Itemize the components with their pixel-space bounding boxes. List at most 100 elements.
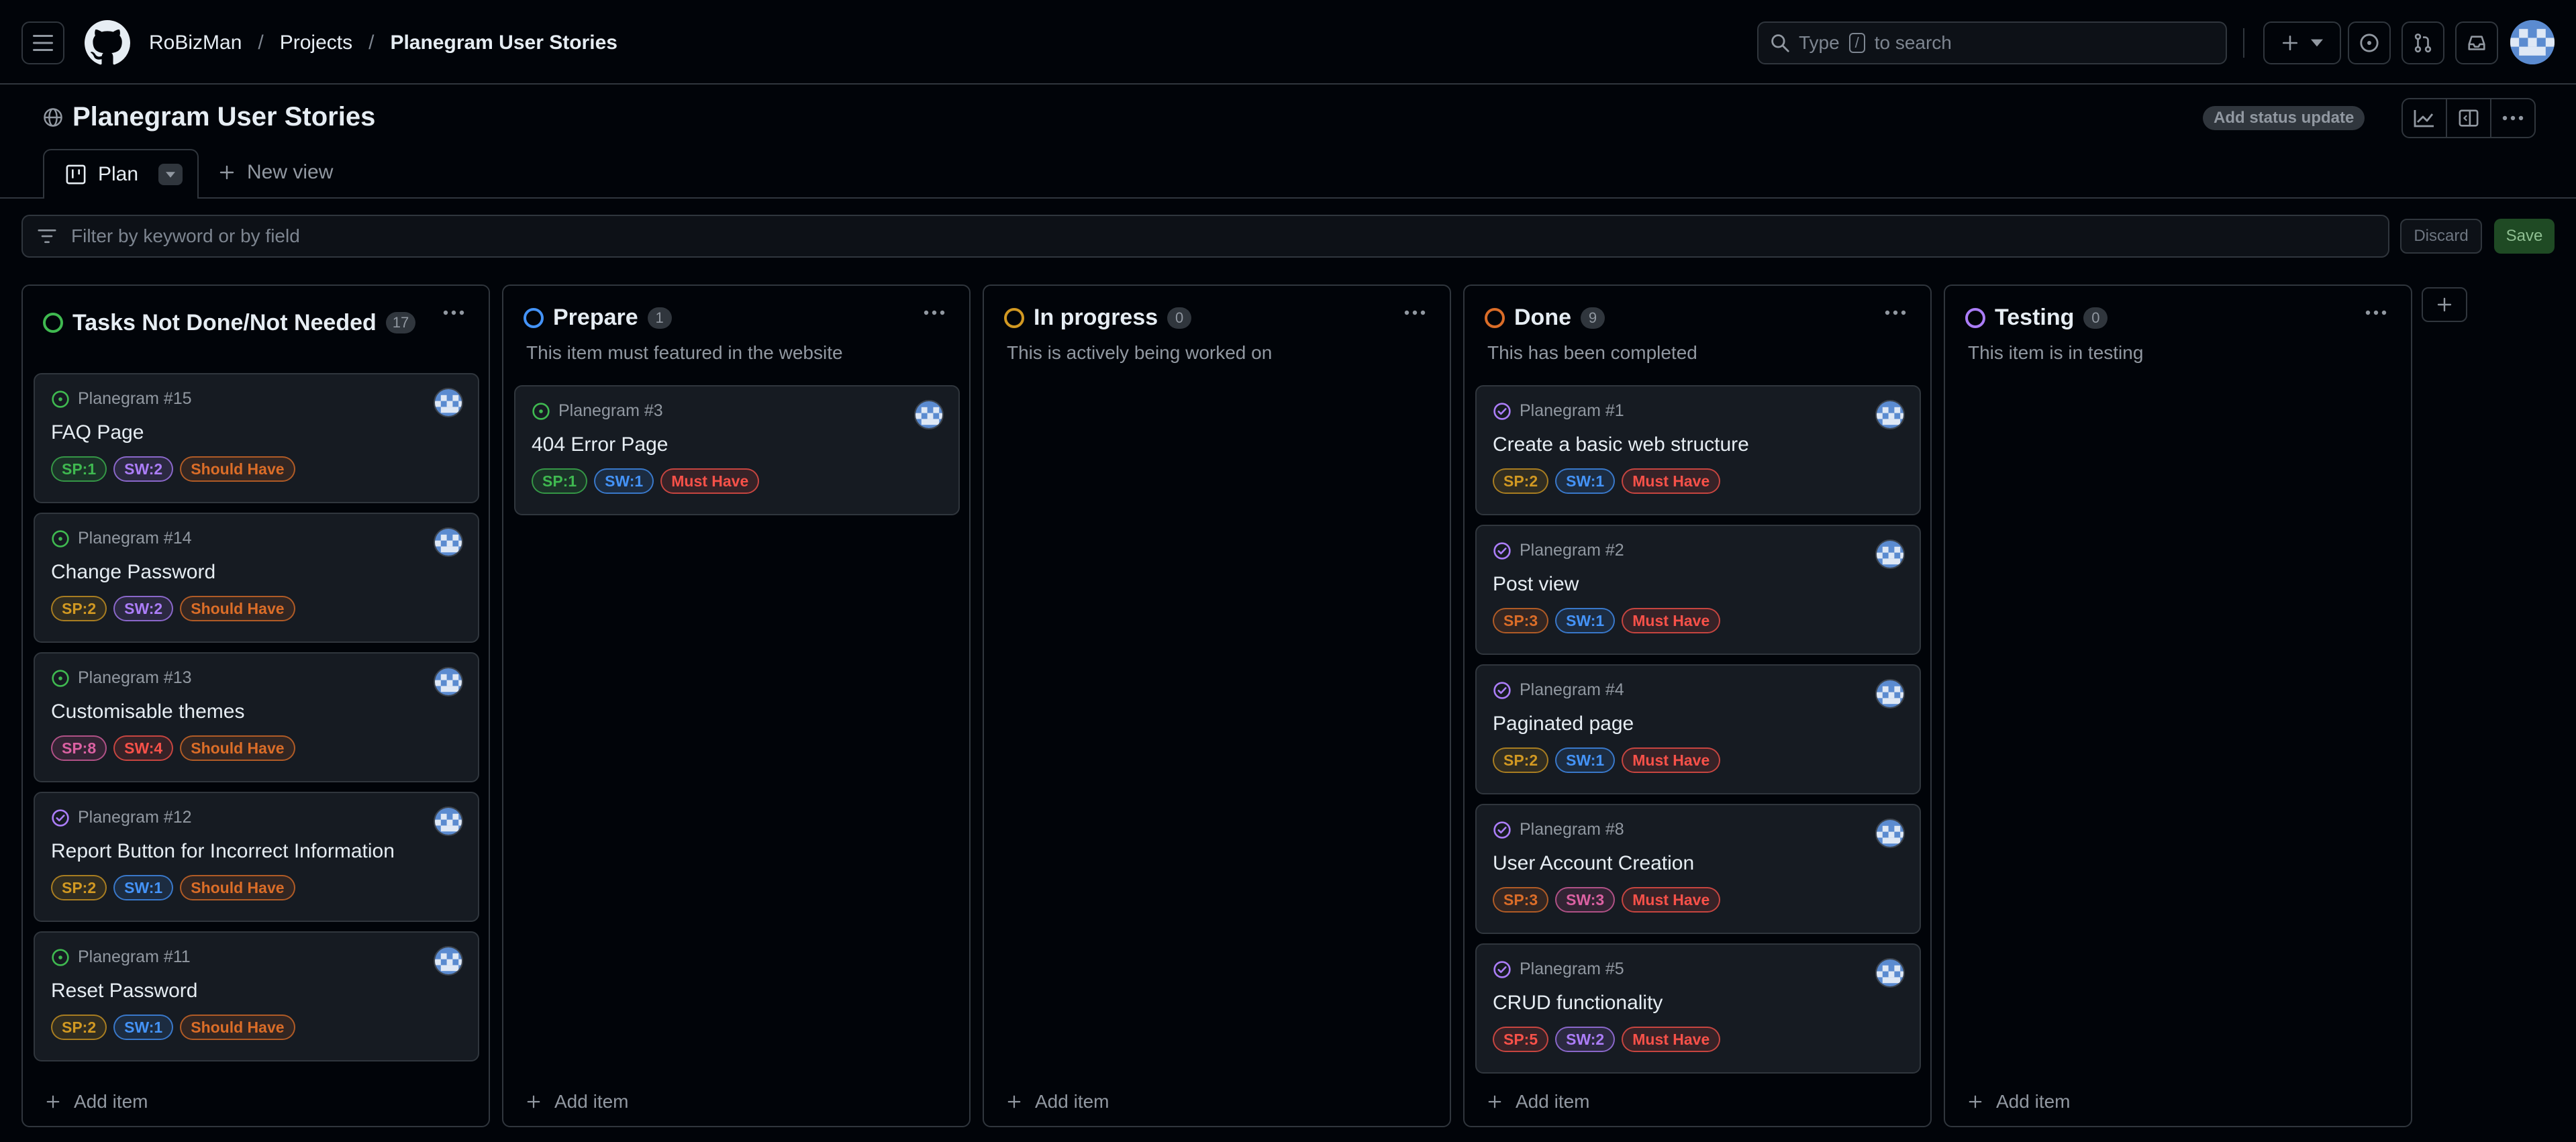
label-badge[interactable]: Should Have xyxy=(180,875,295,900)
card-title[interactable]: Post view xyxy=(1493,573,1579,596)
assignee-avatar[interactable] xyxy=(1875,679,1905,709)
inbox-button[interactable] xyxy=(2455,21,2498,64)
new-view-button[interactable]: New view xyxy=(219,161,333,184)
label-badge[interactable]: SW:1 xyxy=(113,875,174,900)
filter-input[interactable]: Filter by keyword or by field xyxy=(21,215,2389,258)
create-new-button[interactable] xyxy=(2263,21,2341,64)
label-badge[interactable]: Should Have xyxy=(180,1015,295,1040)
label-badge[interactable]: SP:1 xyxy=(532,468,588,494)
pull-requests-button[interactable] xyxy=(2401,21,2444,64)
assignee-avatar[interactable] xyxy=(434,388,463,417)
breadcrumb-owner[interactable]: RoBizMan xyxy=(149,32,242,54)
label-badge[interactable]: SW:1 xyxy=(1555,747,1616,773)
issue-number[interactable]: Planegram #13 xyxy=(78,668,192,688)
breadcrumb-projects[interactable]: Projects xyxy=(280,32,352,54)
label-badge[interactable]: SW:2 xyxy=(113,596,174,621)
label-badge[interactable]: SP:2 xyxy=(51,1015,107,1040)
column-menu-button[interactable] xyxy=(1885,310,1906,315)
discard-button[interactable]: Discard xyxy=(2400,219,2482,254)
label-badge[interactable]: Must Have xyxy=(660,468,760,494)
issue-card[interactable]: Planegram #14 Change Password SP:2 SW:2 Shou… xyxy=(34,513,479,643)
column-menu-button[interactable] xyxy=(1404,310,1426,315)
tab-plan[interactable]: Plan xyxy=(43,149,199,199)
issue-number[interactable]: Planegram #5 xyxy=(1520,959,1624,979)
menu-button[interactable] xyxy=(21,21,64,64)
label-badge[interactable]: Should Have xyxy=(180,456,295,482)
issue-number[interactable]: Planegram #15 xyxy=(78,389,192,409)
assignee-avatar[interactable] xyxy=(1875,819,1905,848)
assignee-avatar[interactable] xyxy=(434,807,463,836)
assignee-avatar[interactable] xyxy=(434,946,463,976)
issue-card[interactable]: Planegram #2 Post view SP:3 SW:1 Must Have xyxy=(1475,525,1921,655)
column-menu-button[interactable] xyxy=(443,310,464,315)
card-title[interactable]: User Account Creation xyxy=(1493,852,1694,875)
label-badge[interactable]: SW:1 xyxy=(113,1015,174,1040)
label-badge[interactable]: SW:4 xyxy=(113,735,174,761)
label-badge[interactable]: Must Have xyxy=(1622,608,1721,633)
card-title[interactable]: Report Button for Incorrect Information xyxy=(51,840,395,863)
issue-number[interactable]: Planegram #12 xyxy=(78,808,192,827)
label-badge[interactable]: SW:1 xyxy=(1555,468,1616,494)
label-badge[interactable]: SW:2 xyxy=(113,456,174,482)
add-status-update-button[interactable]: Add status update xyxy=(2203,106,2365,130)
issue-number[interactable]: Planegram #11 xyxy=(78,947,191,967)
issue-number[interactable]: Planegram #1 xyxy=(1520,401,1624,421)
issue-card[interactable]: Planegram #5 CRUD functionality SP:5 SW:2 Mu… xyxy=(1475,943,1921,1074)
label-badge[interactable]: SP:2 xyxy=(51,875,107,900)
label-badge[interactable]: SP:2 xyxy=(1493,468,1549,494)
card-title[interactable]: Customisable themes xyxy=(51,700,244,723)
side-panel-button[interactable] xyxy=(2447,99,2491,137)
save-button[interactable]: Save xyxy=(2494,219,2555,254)
card-title[interactable]: FAQ Page xyxy=(51,421,144,444)
issue-number[interactable]: Planegram #8 xyxy=(1520,820,1624,839)
issue-number[interactable]: Planegram #3 xyxy=(558,401,663,421)
label-badge[interactable]: Should Have xyxy=(180,735,295,761)
card-title[interactable]: Create a basic web structure xyxy=(1493,433,1749,456)
issue-card[interactable]: Planegram #1 Create a basic web structure… xyxy=(1475,385,1921,515)
issue-number[interactable]: Planegram #4 xyxy=(1520,680,1624,700)
assignee-avatar[interactable] xyxy=(1875,539,1905,569)
column-menu-button[interactable] xyxy=(2365,310,2387,315)
issue-card[interactable]: Planegram #8 User Account Creation SP:3 SW:… xyxy=(1475,804,1921,934)
label-badge[interactable]: SW:1 xyxy=(594,468,654,494)
add-item-button[interactable]: Add item xyxy=(46,1091,148,1112)
issue-card[interactable]: Planegram #12 Report Button for Incorrect… xyxy=(34,792,479,922)
assignee-avatar[interactable] xyxy=(1875,958,1905,988)
card-title[interactable]: Reset Password xyxy=(51,980,197,1002)
add-item-button[interactable]: Add item xyxy=(526,1091,629,1112)
label-badge[interactable]: SP:5 xyxy=(1493,1027,1549,1052)
card-title[interactable]: Paginated page xyxy=(1493,713,1634,735)
issue-card[interactable]: Planegram #3 404 Error Page SP:1 SW:1 Must H… xyxy=(514,385,960,515)
label-badge[interactable]: Should Have xyxy=(180,596,295,621)
user-avatar[interactable] xyxy=(2510,20,2555,64)
add-item-button[interactable]: Add item xyxy=(1007,1091,1109,1112)
view-options-button[interactable] xyxy=(158,164,183,185)
insights-button[interactable] xyxy=(2403,99,2447,137)
assignee-avatar[interactable] xyxy=(434,667,463,696)
issue-number[interactable]: Planegram #2 xyxy=(1520,541,1624,560)
search-input[interactable]: Type / to search xyxy=(1757,21,2227,64)
label-badge[interactable]: SP:8 xyxy=(51,735,107,761)
label-badge[interactable]: SP:3 xyxy=(1493,887,1549,913)
issue-card[interactable]: Planegram #4 Paginated page SP:2 SW:1 Must H… xyxy=(1475,664,1921,794)
label-badge[interactable]: Must Have xyxy=(1622,887,1721,913)
card-title[interactable]: Change Password xyxy=(51,561,215,584)
github-logo-icon[interactable] xyxy=(85,20,130,66)
issues-button[interactable] xyxy=(2348,21,2391,64)
issue-card[interactable]: Planegram #13 Customisable themes SP:8 SW:4… xyxy=(34,652,479,782)
label-badge[interactable]: Must Have xyxy=(1622,747,1721,773)
assignee-avatar[interactable] xyxy=(914,400,944,429)
label-badge[interactable]: SP:3 xyxy=(1493,608,1549,633)
issue-card[interactable]: Planegram #11 Reset Password SP:2 SW:1 Shoul… xyxy=(34,931,479,1061)
column-menu-button[interactable] xyxy=(924,310,945,315)
card-title[interactable]: CRUD functionality xyxy=(1493,992,1663,1015)
label-badge[interactable]: SP:2 xyxy=(51,596,107,621)
assignee-avatar[interactable] xyxy=(434,527,463,557)
label-badge[interactable]: SW:2 xyxy=(1555,1027,1616,1052)
add-item-button[interactable]: Add item xyxy=(1487,1091,1590,1112)
label-badge[interactable]: SW:1 xyxy=(1555,608,1616,633)
breadcrumb-project[interactable]: Planegram User Stories xyxy=(390,32,617,54)
label-badge[interactable]: SP:1 xyxy=(51,456,107,482)
issue-number[interactable]: Planegram #14 xyxy=(78,529,192,548)
label-badge[interactable]: SP:2 xyxy=(1493,747,1549,773)
